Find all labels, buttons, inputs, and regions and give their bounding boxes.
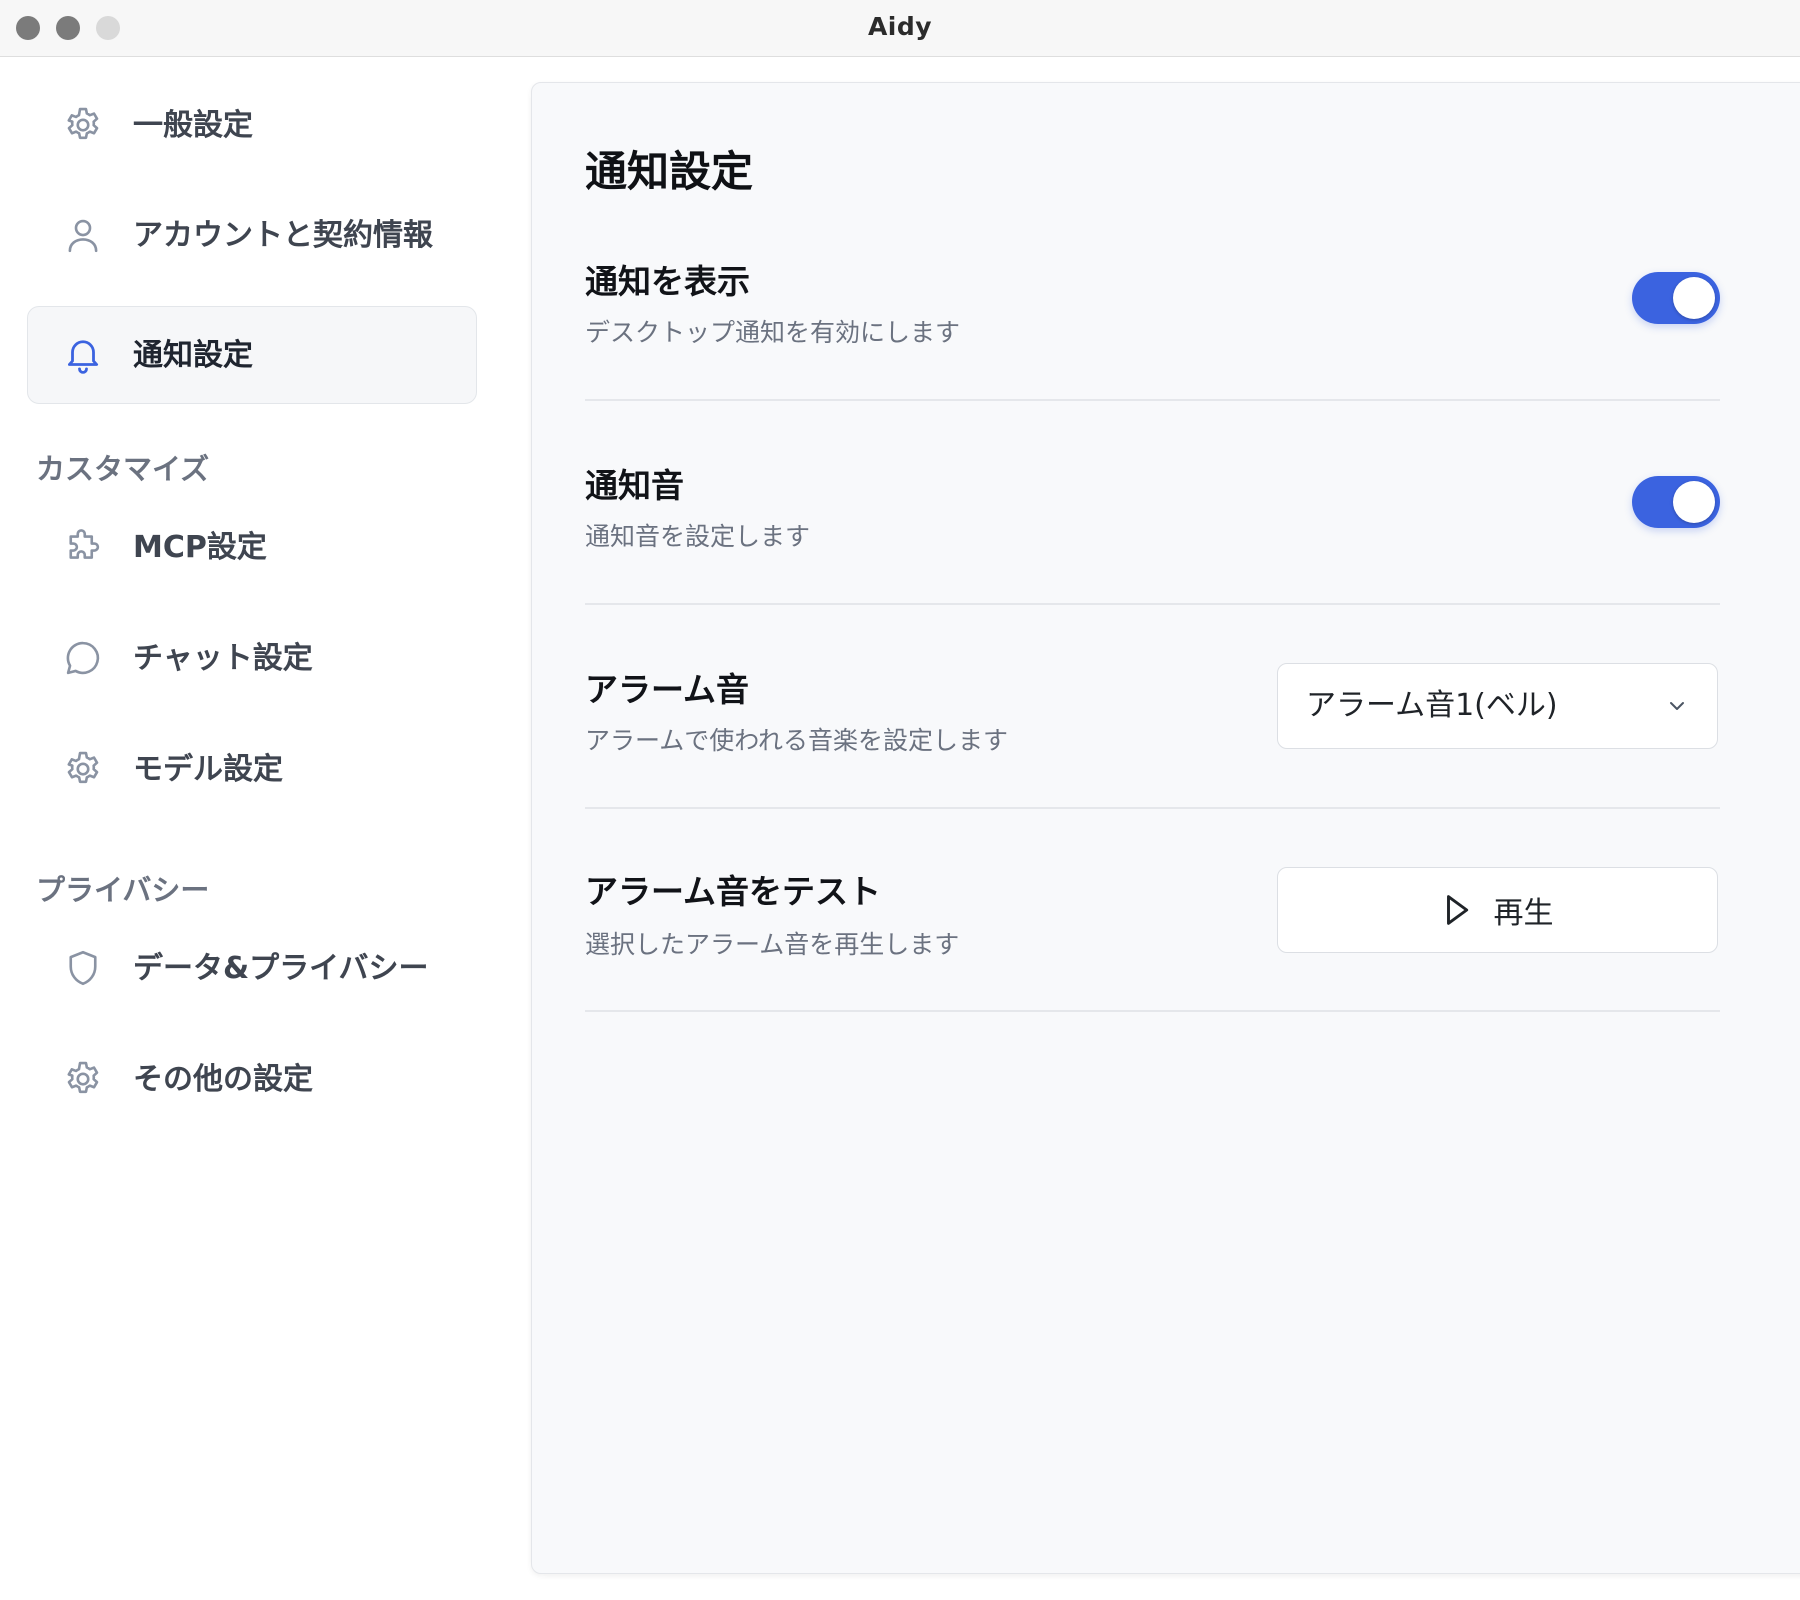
sidebar-item-chat[interactable]: チャット設定 (27, 610, 477, 708)
sidebar-item-label: モデル設定 (133, 752, 283, 787)
setting-title-alarm-sound: アラーム音 (585, 670, 750, 709)
sidebar-item-other[interactable]: その他の設定 (27, 1031, 477, 1129)
sidebar-item-label: データ&プライバシー (133, 951, 429, 986)
sidebar-item-mcp[interactable]: MCP設定 (27, 499, 477, 597)
page-title: 通知設定 (585, 147, 754, 196)
sidebar-item-notifications[interactable]: 通知設定 (27, 306, 477, 404)
chat-bubble-icon (62, 637, 104, 679)
setting-title-show-notifications: 通知を表示 (585, 262, 750, 301)
setting-description: 通知音を設定します (585, 522, 811, 551)
title-bar: Aidy (0, 0, 1800, 57)
window-title: Aidy (867, 12, 933, 41)
sidebar-item-data-privacy[interactable]: データ&プライバシー (27, 920, 477, 1018)
user-icon (62, 214, 104, 256)
setting-title-test-alarm: アラーム音をテスト (585, 872, 882, 911)
setting-title-notification-sound: 通知音 (585, 466, 684, 505)
chevron-down-icon (1665, 694, 1689, 718)
play-button[interactable]: 再生 (1277, 867, 1718, 953)
section-label-privacy: プライバシー (36, 873, 210, 907)
setting-description: 選択したアラーム音を再生します (585, 930, 960, 959)
divider (585, 603, 1720, 605)
divider (585, 807, 1720, 809)
sidebar-item-general[interactable]: 一般設定 (27, 77, 477, 175)
settings-panel (531, 82, 1800, 1574)
sidebar-item-model[interactable]: モデル設定 (27, 721, 477, 819)
sidebar-item-label: MCP設定 (133, 530, 267, 565)
sidebar: 一般設定 アカウントと契約情報 通知設定 カスタマイズ MCP設定 チャット設定… (0, 57, 520, 1600)
section-label-customize: カスタマイズ (36, 452, 210, 486)
alarm-sound-selected-value: アラーム音1(ベル) (1306, 688, 1558, 723)
sidebar-item-label: その他の設定 (133, 1062, 313, 1097)
gear-icon (62, 748, 104, 790)
alarm-sound-select[interactable]: アラーム音1(ベル) (1277, 663, 1718, 749)
gear-icon (62, 104, 104, 146)
show-notifications-toggle[interactable] (1632, 272, 1720, 324)
sidebar-item-label: 通知設定 (133, 338, 253, 373)
setting-description: デスクトップ通知を有効にします (585, 318, 961, 347)
toggle-knob (1673, 481, 1715, 523)
sidebar-item-label: チャット設定 (133, 641, 313, 676)
sidebar-item-label: アカウントと契約情報 (133, 218, 433, 253)
toggle-knob (1673, 277, 1715, 319)
setting-description: アラームで使われる音楽を設定します (585, 726, 1009, 755)
gear-icon (62, 1058, 104, 1100)
divider (585, 1010, 1720, 1012)
sidebar-item-account[interactable]: アカウントと契約情報 (27, 187, 477, 285)
sidebar-item-label: 一般設定 (133, 108, 253, 143)
notification-sound-toggle[interactable] (1632, 476, 1720, 528)
play-button-label: 再生 (1493, 896, 1554, 931)
divider (585, 399, 1720, 401)
bell-icon (62, 333, 104, 375)
play-icon (1442, 893, 1472, 927)
puzzle-icon (62, 526, 104, 568)
shield-icon (62, 947, 104, 989)
